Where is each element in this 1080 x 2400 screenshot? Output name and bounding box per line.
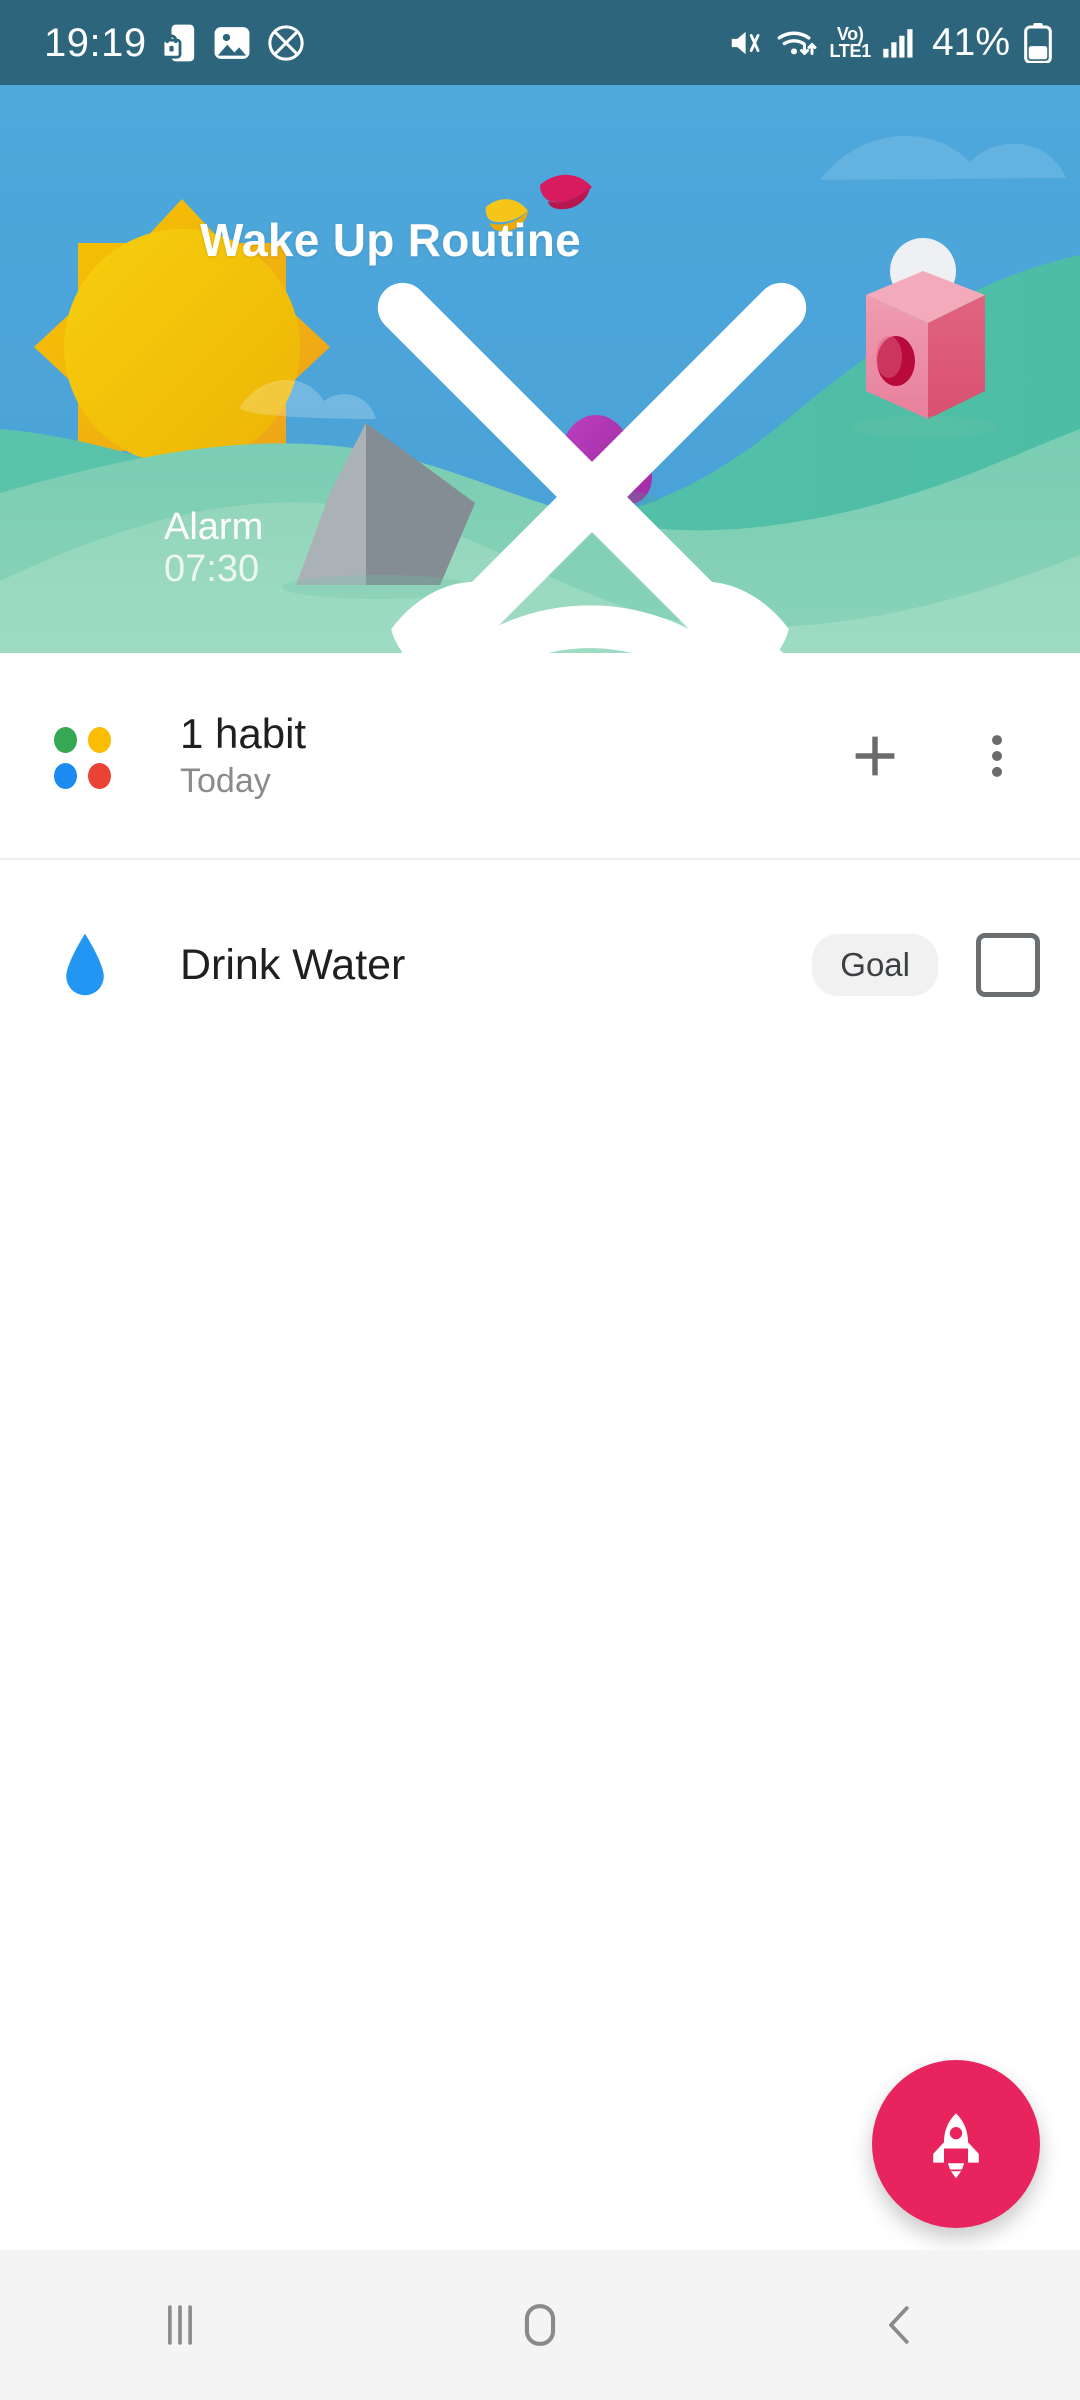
phone-lock-icon <box>162 23 197 63</box>
habit-goal-badge[interactable]: Goal <box>812 934 938 996</box>
habit-name-label: Drink Water <box>180 940 406 989</box>
close-icon <box>377 282 807 653</box>
habit-group-text: 1 habit Today <box>180 709 832 800</box>
overflow-menu-button[interactable] <box>954 713 1040 799</box>
wifi-icon <box>776 25 818 61</box>
status-bar-right: Vo) LTE1 41% <box>729 21 1052 65</box>
back-button[interactable] <box>800 2250 1000 2400</box>
habit-group-date: Today <box>180 761 271 800</box>
more-vertical-icon <box>991 734 1003 777</box>
rocket-icon <box>933 2113 979 2179</box>
recents-icon <box>168 2305 192 2345</box>
volte-icon: Vo) LTE1 <box>829 25 871 61</box>
recents-button[interactable] <box>80 2250 280 2400</box>
volte-label-bottom: LTE1 <box>829 40 871 61</box>
dot-yellow <box>88 726 111 753</box>
dot-green <box>54 726 77 753</box>
plus-icon <box>855 736 895 775</box>
status-bar-clock: 19:19 <box>44 20 147 65</box>
battery-icon <box>1024 22 1052 63</box>
habit-list-container: 1 habit Today Drink Water Goal <box>0 653 1080 2250</box>
no-ads-icon <box>267 24 305 62</box>
battery-percentage: 41% <box>931 20 1010 64</box>
mute-icon <box>729 26 765 60</box>
add-habit-button[interactable] <box>832 713 918 799</box>
home-icon <box>524 2304 556 2346</box>
hero-banner: Wake Up Routine Alarm 07:30 <box>0 85 1080 653</box>
habit-row-drink-water[interactable]: Drink Water Goal <box>0 860 1080 1070</box>
home-button[interactable] <box>440 2250 640 2400</box>
status-bar: 19:19 Vo) LTE1 41% <box>0 0 1080 85</box>
four-dots-icon <box>52 723 118 789</box>
signal-icon <box>882 27 918 59</box>
status-bar-left: 19:19 <box>44 23 305 63</box>
image-icon <box>213 24 251 62</box>
water-drop-icon <box>52 930 118 1000</box>
habit-checkbox[interactable] <box>976 933 1040 997</box>
habit-count-label: 1 habit <box>180 709 307 757</box>
launch-routine-fab[interactable] <box>872 2060 1040 2228</box>
back-icon <box>889 2306 909 2344</box>
dot-red <box>88 762 111 789</box>
system-navigation-bar <box>0 2250 1080 2400</box>
phone-screen: 19:19 Vo) LTE1 41% Wake Up Routine Alarm… <box>0 0 1080 2400</box>
habit-group-header[interactable]: 1 habit Today <box>0 653 1080 858</box>
dot-blue <box>54 762 77 789</box>
close-button[interactable] <box>52 213 807 653</box>
